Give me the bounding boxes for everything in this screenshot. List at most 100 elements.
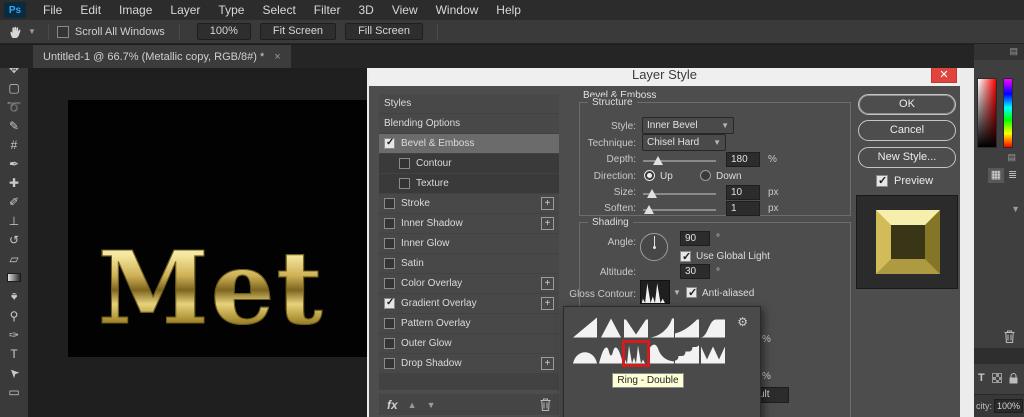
depth-slider-thumb[interactable]: [653, 156, 663, 165]
panel-options-icon[interactable]: ▤: [1007, 152, 1016, 163]
move-effect-down-icon[interactable]: ▼: [427, 400, 436, 410]
menu-item-help[interactable]: Help: [487, 3, 530, 17]
chevron-down-icon[interactable]: ▼: [673, 288, 681, 297]
blur-tool-icon[interactable]: ♠: [0, 287, 28, 306]
contour-tile-cove-deep[interactable]: [649, 316, 674, 339]
menu-item-layer[interactable]: Layer: [161, 3, 209, 17]
new-style-button[interactable]: New Style...: [858, 147, 956, 168]
list-view-icon[interactable]: ≣: [1008, 168, 1017, 183]
style-row-satin-checkbox[interactable]: [384, 258, 395, 269]
color-saturation-box[interactable]: [977, 78, 997, 148]
duplicate-effect-icon[interactable]: +: [541, 277, 554, 290]
gear-icon[interactable]: ⚙: [737, 315, 748, 329]
style-row-pattern-overlay[interactable]: Pattern Overlay: [379, 314, 559, 333]
depth-input[interactable]: 180: [726, 152, 760, 167]
menu-item-3d[interactable]: 3D: [349, 3, 382, 17]
rectangle-tool-icon[interactable]: ▭: [0, 382, 28, 401]
add-effect-fx-button[interactable]: fx: [387, 398, 398, 412]
ok-button[interactable]: OK: [858, 94, 956, 115]
style-row-texture-checkbox[interactable]: [399, 178, 410, 189]
tab-close-icon[interactable]: ×: [274, 51, 280, 63]
angle-dial[interactable]: [640, 233, 668, 261]
preview-checkbox[interactable]: [876, 174, 888, 187]
style-row-drop-shadow[interactable]: Drop Shadow +: [379, 354, 559, 373]
brush-tool-icon[interactable]: ✐: [0, 192, 28, 211]
style-row-stroke[interactable]: Stroke +: [379, 194, 559, 213]
lock-position-icon[interactable]: [1009, 372, 1018, 384]
menu-item-file[interactable]: File: [34, 3, 71, 17]
type-tool-icon[interactable]: T: [0, 344, 28, 363]
style-row-drop-shadow-checkbox[interactable]: [384, 358, 395, 369]
menu-item-view[interactable]: View: [383, 3, 427, 17]
style-dropdown[interactable]: Inner Bevel ▼: [642, 117, 734, 134]
eyedropper-tool-icon[interactable]: ✒: [0, 154, 28, 173]
style-row-gradient-overlay-checkbox[interactable]: [384, 297, 395, 309]
style-row-inner-shadow[interactable]: Inner Shadow +: [379, 214, 559, 233]
cancel-button[interactable]: Cancel: [858, 120, 956, 141]
opacity-value[interactable]: 100%: [994, 399, 1024, 413]
lock-transparency-icon[interactable]: T: [978, 372, 985, 384]
duplicate-effect-icon[interactable]: +: [541, 197, 554, 210]
style-row-color-overlay-checkbox[interactable]: [384, 278, 395, 289]
style-row-inner-glow[interactable]: Inner Glow: [379, 234, 559, 253]
crop-tool-icon[interactable]: #: [0, 135, 28, 154]
altitude-input[interactable]: 30: [680, 264, 710, 279]
lasso-tool-icon[interactable]: ➰: [0, 97, 28, 116]
contour-tile-cove-shallow[interactable]: [675, 316, 699, 339]
contour-tile-ring[interactable]: [598, 342, 623, 365]
eraser-tool-icon[interactable]: ▱: [0, 249, 28, 268]
contour-tile-half-round[interactable]: [573, 342, 597, 365]
history-brush-tool-icon[interactable]: ↺: [0, 230, 28, 249]
contour-tile-sawtooth-1[interactable]: [700, 342, 725, 365]
technique-dropdown[interactable]: Chisel Hard ▼: [642, 134, 726, 151]
style-row-inner-shadow-checkbox[interactable]: [384, 218, 395, 229]
menu-item-edit[interactable]: Edit: [71, 3, 110, 17]
delete-effect-icon[interactable]: [540, 398, 551, 411]
chevron-down-icon[interactable]: ▼: [28, 27, 36, 36]
hue-slider[interactable]: [1003, 78, 1013, 148]
angle-input[interactable]: 90: [680, 231, 710, 246]
size-input[interactable]: 10: [726, 185, 760, 200]
panel-menu-icon[interactable]: ▤: [1009, 46, 1018, 57]
zoom-100-button[interactable]: 100%: [196, 23, 251, 40]
style-row-color-overlay[interactable]: Color Overlay +: [379, 274, 559, 293]
marquee-tool-icon[interactable]: ▢: [0, 78, 28, 97]
style-row-inner-glow-checkbox[interactable]: [384, 238, 395, 249]
healing-brush-tool-icon[interactable]: ✚: [0, 173, 28, 192]
depth-slider[interactable]: [643, 156, 716, 165]
contour-tile-ring-double[interactable]: [622, 340, 650, 367]
chevron-down-icon[interactable]: ▼: [1011, 204, 1020, 214]
style-row-stroke-checkbox[interactable]: [384, 198, 395, 209]
soften-slider[interactable]: [643, 205, 716, 214]
gradient-tool-icon[interactable]: [0, 268, 28, 287]
dodge-tool-icon[interactable]: ⚲: [0, 306, 28, 325]
contour-tile-rounded-steps[interactable]: [675, 342, 699, 365]
style-row-outer-glow-checkbox[interactable]: [384, 338, 395, 349]
quick-selection-tool-icon[interactable]: ✎: [0, 116, 28, 135]
size-slider[interactable]: [643, 189, 716, 198]
menu-item-select[interactable]: Select: [253, 3, 304, 17]
menu-item-filter[interactable]: Filter: [305, 3, 350, 17]
delete-layer-icon[interactable]: [1004, 330, 1015, 343]
hand-tool-icon[interactable]: [8, 24, 24, 40]
move-effect-up-icon[interactable]: ▲: [408, 400, 417, 410]
path-selection-tool-icon[interactable]: ➤: [0, 363, 28, 382]
menu-item-image[interactable]: Image: [110, 3, 161, 17]
menu-item-type[interactable]: Type: [209, 3, 253, 17]
direction-down-radio[interactable]: [700, 170, 711, 181]
style-row-contour[interactable]: Contour: [379, 154, 559, 173]
size-slider-thumb[interactable]: [647, 189, 657, 198]
style-row-satin[interactable]: Satin: [379, 254, 559, 273]
styles-list-header[interactable]: Styles: [379, 94, 559, 113]
style-row-bevel-emboss-checkbox[interactable]: [384, 137, 395, 149]
grid-view-icon[interactable]: ▦: [988, 168, 1004, 183]
document-tab[interactable]: Untitled-1 @ 66.7% (Metallic copy, RGB/8…: [33, 45, 291, 68]
style-row-texture[interactable]: Texture: [379, 174, 559, 193]
style-row-pattern-overlay-checkbox[interactable]: [384, 318, 395, 329]
scroll-all-windows-checkbox[interactable]: [56, 25, 69, 38]
use-global-light-checkbox[interactable]: [680, 250, 691, 263]
style-row-contour-checkbox[interactable]: [399, 158, 410, 169]
soften-input[interactable]: 1: [726, 201, 760, 216]
style-row-bevel-emboss[interactable]: Bevel & Emboss: [379, 134, 559, 153]
contour-tile-cone[interactable]: [599, 316, 623, 339]
